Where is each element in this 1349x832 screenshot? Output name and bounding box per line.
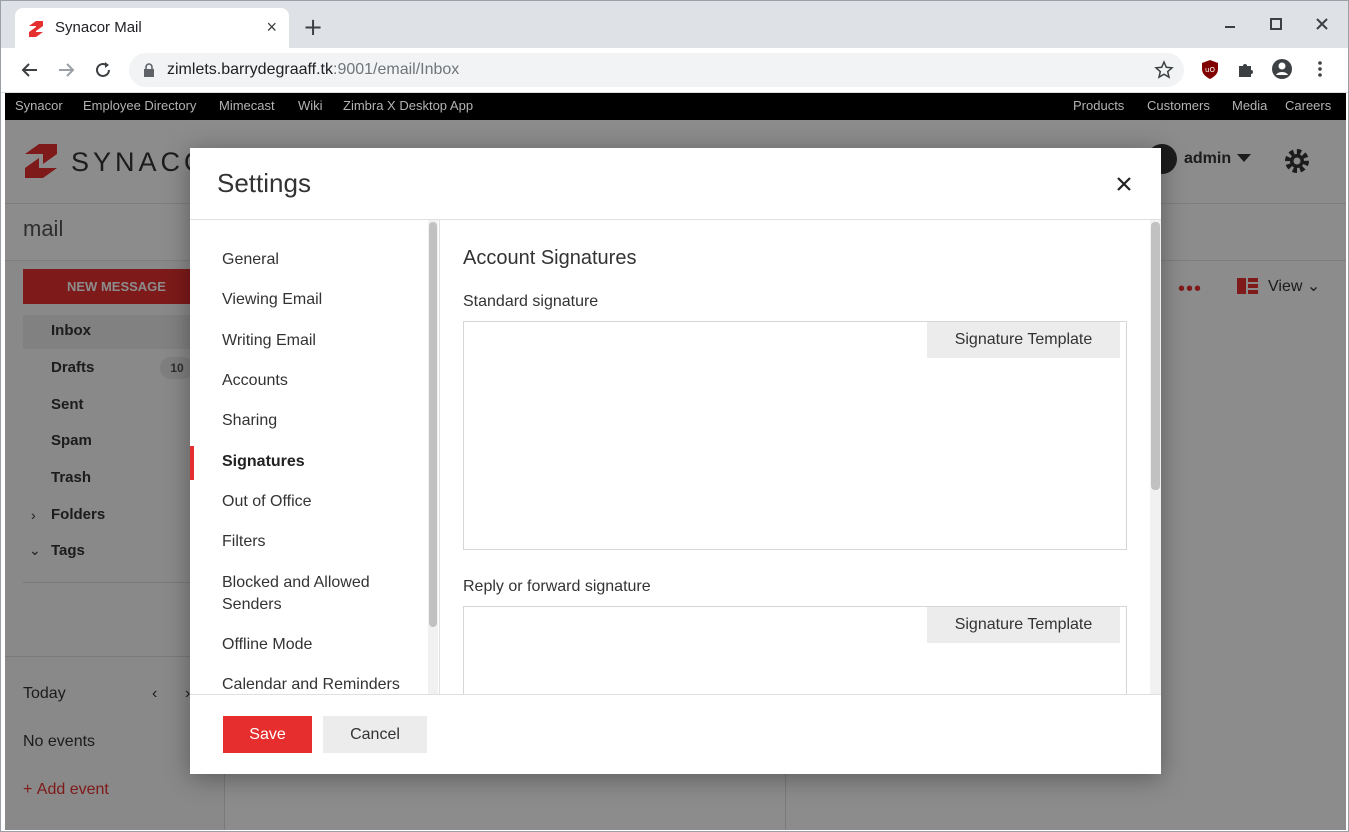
nav-sharing[interactable]: Sharing	[222, 410, 422, 432]
window-maximize-icon[interactable]	[1266, 14, 1286, 34]
link-wiki[interactable]: Wiki	[298, 98, 323, 113]
browser-toolbar: zimlets.barrydegraaff.tk:9001/email/Inbo…	[0, 48, 1349, 93]
forward-arrow-icon[interactable]	[55, 59, 77, 81]
settings-nav: General Viewing Email Writing Email Acco…	[190, 220, 440, 694]
window-minimize-icon[interactable]	[1220, 14, 1240, 34]
svg-text:uO: uO	[1205, 66, 1215, 74]
url-text: zimlets.barrydegraaff.tk:9001/email/Inbo…	[167, 61, 459, 79]
dialog-footer: Save Cancel	[190, 694, 1161, 774]
settings-content: Account Signatures Standard signature Si…	[440, 220, 1161, 694]
standard-signature-label: Standard signature	[463, 293, 599, 310]
content-scroll-thumb[interactable]	[1151, 222, 1160, 490]
nav-out-of-office[interactable]: Out of Office	[222, 491, 422, 513]
nav-calendar-reminders[interactable]: Calendar and Reminders	[222, 674, 422, 694]
link-media[interactable]: Media	[1232, 98, 1267, 113]
content-title: Account Signatures	[463, 247, 637, 269]
link-synacor[interactable]: Synacor	[15, 98, 63, 113]
extensions-puzzle-icon[interactable]	[1235, 58, 1257, 80]
url-host: zimlets.barrydegraaff.tk	[167, 61, 333, 78]
nav-filters[interactable]: Filters	[222, 531, 422, 553]
new-tab-button[interactable]: +	[303, 15, 323, 39]
browser-tabstrip: Synacor Mail × +	[0, 0, 1349, 48]
ublock-shield-icon[interactable]: uO	[1199, 58, 1221, 80]
browser-menu-icon[interactable]	[1309, 58, 1331, 80]
reload-icon[interactable]	[92, 59, 114, 81]
bookmark-star-icon[interactable]	[1154, 60, 1174, 80]
link-careers[interactable]: Careers	[1285, 98, 1331, 113]
link-products[interactable]: Products	[1073, 98, 1124, 113]
address-bar[interactable]: zimlets.barrydegraaff.tk:9001/email/Inbo…	[129, 53, 1184, 87]
nav-blocked-allowed-senders[interactable]: Blocked and Allowed Senders	[222, 572, 392, 616]
dialog-title: Settings	[217, 168, 311, 198]
nav-accounts[interactable]: Accounts	[222, 370, 422, 392]
reply-signature-label: Reply or forward signature	[463, 578, 651, 595]
back-arrow-icon[interactable]	[19, 59, 41, 81]
link-mimecast[interactable]: Mimecast	[219, 98, 275, 113]
top-link-bar: Synacor Employee Directory Mimecast Wiki…	[5, 93, 1346, 120]
lock-icon	[144, 63, 154, 77]
cancel-button[interactable]: Cancel	[323, 716, 427, 753]
link-employee-directory[interactable]: Employee Directory	[83, 98, 196, 113]
reply-signature-template-button[interactable]: Signature Template	[927, 607, 1120, 643]
nav-viewing-email[interactable]: Viewing Email	[222, 289, 422, 311]
tab-close-icon[interactable]: ×	[266, 17, 277, 37]
window-close-icon[interactable]	[1312, 14, 1332, 34]
browser-tab[interactable]: Synacor Mail ×	[15, 8, 289, 48]
dialog-header: Settings	[190, 148, 1161, 220]
reply-signature-editor[interactable]: Signature Template	[463, 606, 1127, 694]
close-icon[interactable]	[1116, 176, 1132, 192]
active-nav-indicator	[190, 446, 194, 480]
standard-signature-editor[interactable]: Signature Template	[463, 321, 1127, 550]
standard-signature-template-button[interactable]: Signature Template	[927, 322, 1120, 358]
nav-writing-email[interactable]: Writing Email	[222, 330, 422, 352]
nav-offline-mode[interactable]: Offline Mode	[222, 634, 422, 656]
nav-general[interactable]: General	[222, 249, 422, 271]
tab-title: Synacor Mail	[55, 19, 142, 36]
save-button[interactable]: Save	[223, 716, 312, 753]
synacor-favicon-icon	[29, 21, 43, 37]
nav-scroll-thumb[interactable]	[429, 222, 437, 627]
url-path: :9001/email/Inbox	[333, 61, 460, 78]
link-customers[interactable]: Customers	[1147, 98, 1210, 113]
nav-signatures[interactable]: Signatures	[222, 451, 422, 473]
link-zimbra-desktop[interactable]: Zimbra X Desktop App	[343, 98, 473, 113]
profile-avatar-icon[interactable]	[1271, 58, 1293, 80]
settings-dialog: Settings General Viewing Email Writing E…	[190, 148, 1161, 774]
